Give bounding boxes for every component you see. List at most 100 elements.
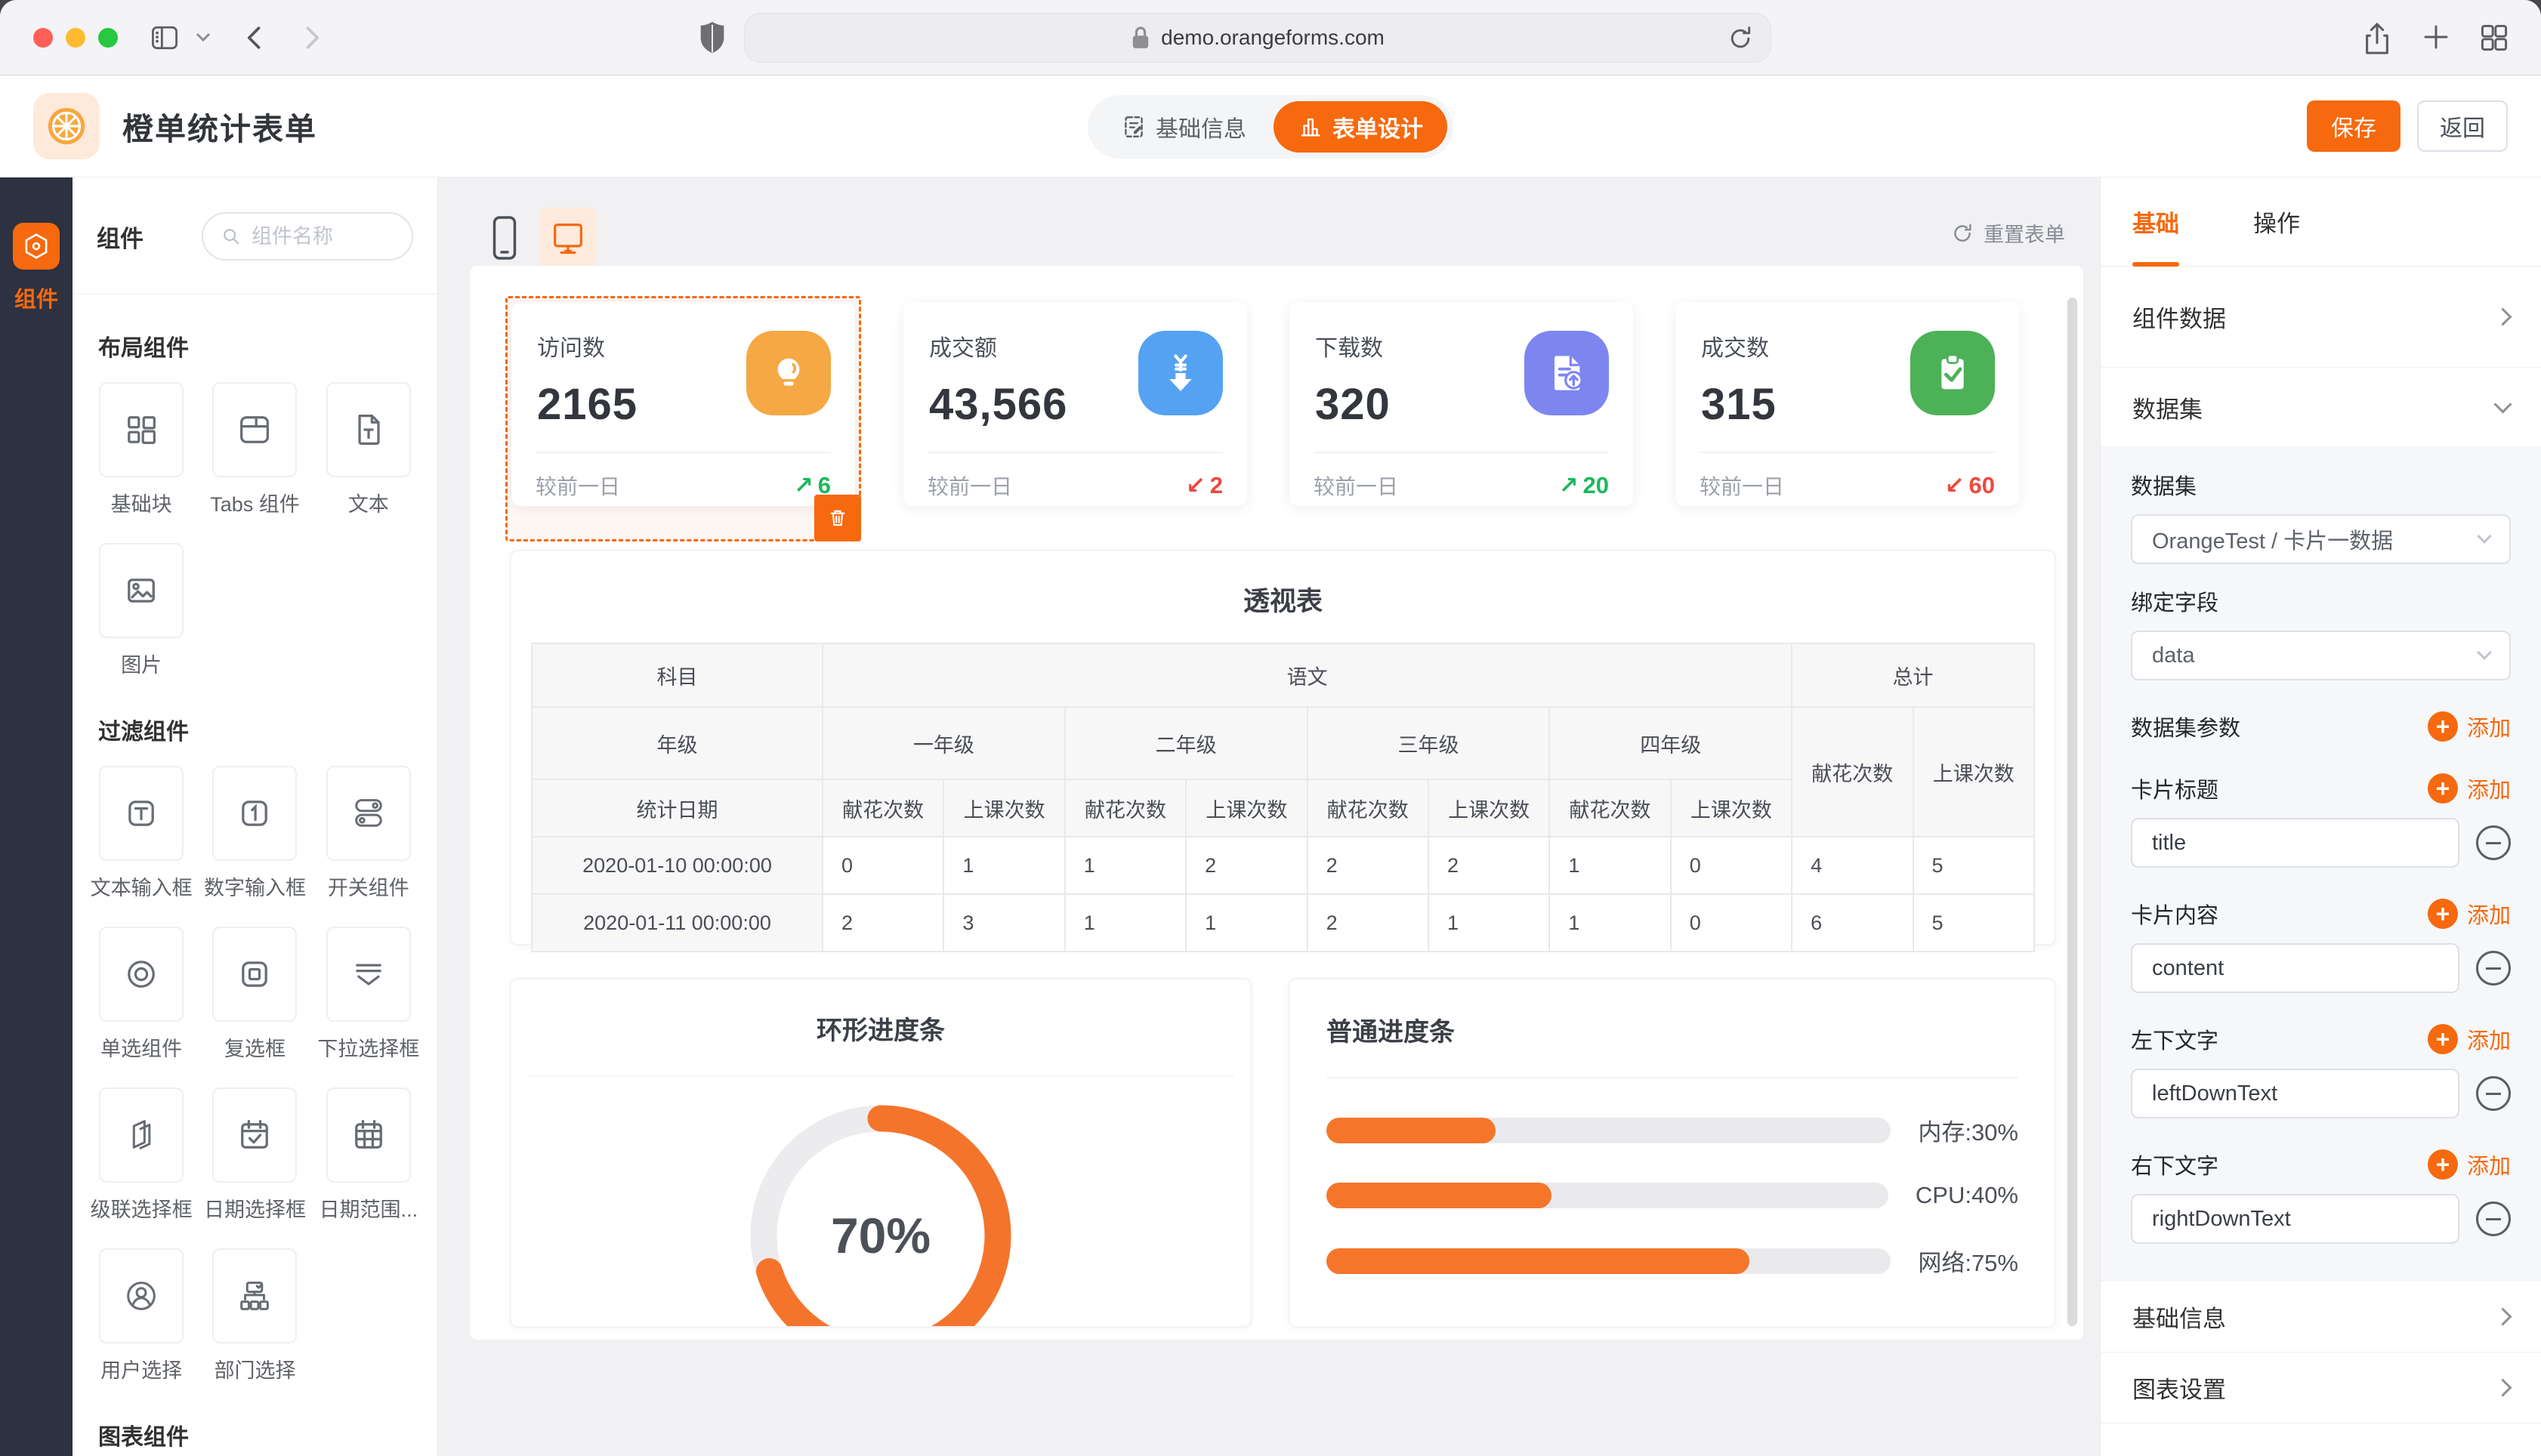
- tab-basic-info[interactable]: 基础信息: [1094, 95, 1274, 159]
- progress-row-memory: 内存:30%: [1326, 1113, 2018, 1147]
- tab-basic[interactable]: 基础: [2132, 177, 2179, 267]
- progress-track: [1326, 1248, 1891, 1274]
- new-tab-icon[interactable]: [2420, 21, 2452, 53]
- add-left-text-button[interactable]: +添加: [2428, 1023, 2511, 1055]
- component-item-checkbox[interactable]: 复选框: [198, 927, 311, 1062]
- remove-card-content-button[interactable]: [2476, 951, 2511, 986]
- remove-left-text-button[interactable]: [2476, 1076, 2511, 1111]
- divider: [528, 1075, 1233, 1077]
- ring-progress-widget[interactable]: 环形进度条 70%: [510, 978, 1252, 1328]
- back-button[interactable]: [239, 21, 272, 54]
- arrow-up-right-icon: ↗: [794, 472, 814, 499]
- row-basic-info[interactable]: 基础信息: [2101, 1280, 2541, 1353]
- row-dataset-header[interactable]: 数据集: [2101, 368, 2541, 446]
- component-item-basic-block[interactable]: 基础块: [85, 382, 198, 517]
- plus-icon: +: [2428, 1149, 2458, 1180]
- section-filter-title: 过滤组件: [98, 713, 437, 746]
- component-item-user-select[interactable]: 用户选择: [85, 1248, 198, 1384]
- pivot-table: 科目 语文 总计 年级 一年级 二年级 三年级 四年级 献花次数 上课次数: [531, 643, 2035, 952]
- share-icon[interactable]: [2361, 21, 2393, 56]
- add-card-content-button[interactable]: +添加: [2428, 898, 2511, 930]
- rail-components-button[interactable]: [13, 223, 60, 270]
- form-sheet: 访问数 2165 较前一日 ↗6: [470, 266, 2083, 1340]
- component-item-date-picker[interactable]: 日期选择框: [198, 1087, 311, 1223]
- user-select-icon: [122, 1276, 161, 1316]
- component-search[interactable]: [202, 212, 413, 261]
- pivot-table-widget[interactable]: 透视表 科目 语文 总计 年级 一年级 二年级: [510, 550, 2056, 945]
- desktop-preview-button[interactable]: [539, 208, 597, 268]
- plus-icon: +: [2428, 773, 2458, 804]
- component-item-text-input[interactable]: 文本输入框: [85, 766, 198, 901]
- component-item-date-range[interactable]: 日期范围...: [312, 1087, 425, 1223]
- search-input[interactable]: [252, 225, 387, 248]
- left-text-row: 左下文字 +添加: [2131, 1023, 2511, 1055]
- remove-right-text-button[interactable]: [2476, 1202, 2511, 1236]
- canvas-scrollbar[interactable]: [2067, 298, 2077, 1326]
- card-content-row: 卡片内容 +添加: [2131, 898, 2511, 930]
- address-bar[interactable]: demo.orangeforms.com: [744, 13, 1771, 63]
- dropdown-icon: [349, 955, 388, 994]
- sidebar-toggle-icon[interactable]: [148, 21, 181, 54]
- card-title-input[interactable]: [2131, 818, 2459, 868]
- switch-icon: [349, 794, 388, 833]
- progress-bars-widget[interactable]: 普通进度条 内存:30% CPU:40% 网络:75%: [1289, 978, 2056, 1328]
- tab-form-design[interactable]: 表单设计: [1274, 101, 1447, 153]
- reset-form-button[interactable]: 重置表单: [1950, 218, 2065, 248]
- pivot-h-chinese: 语文: [823, 643, 1792, 707]
- dept-select-icon: [235, 1276, 274, 1316]
- mobile-preview-button[interactable]: [480, 208, 529, 268]
- save-button[interactable]: 保存: [2307, 100, 2401, 152]
- component-item-switch[interactable]: 开关组件: [312, 766, 425, 901]
- component-item-cascade[interactable]: 级联选择框: [85, 1087, 198, 1223]
- remove-card-title-button[interactable]: [2476, 825, 2511, 860]
- file-upload-icon: [1524, 331, 1609, 415]
- cascade-icon: [122, 1115, 161, 1155]
- back-button-app[interactable]: 返回: [2417, 100, 2508, 152]
- reload-icon[interactable]: [1727, 24, 1754, 53]
- dataset-select[interactable]: OrangeTest / 卡片一数据: [2131, 514, 2511, 564]
- left-text-input[interactable]: [2131, 1069, 2459, 1118]
- row-component-data[interactable]: 组件数据: [2101, 267, 2541, 368]
- progress-fill: [1326, 1248, 1749, 1274]
- component-item-number-input[interactable]: 数字输入框: [198, 766, 311, 901]
- add-right-text-button[interactable]: +添加: [2428, 1149, 2511, 1180]
- card-content-input[interactable]: [2131, 943, 2459, 993]
- add-param-button[interactable]: +添加: [2428, 711, 2511, 742]
- tab-overview-icon[interactable]: [2478, 21, 2511, 54]
- component-item-dept-select[interactable]: 部门选择: [198, 1248, 311, 1384]
- component-item-image[interactable]: 图片: [85, 543, 198, 678]
- dataset-settings: 数据集 OrangeTest / 卡片一数据 绑定字段 data 数据集参数 +…: [2101, 446, 2541, 1280]
- stat-card-visits[interactable]: 访问数 2165 较前一日 ↗6: [511, 302, 855, 506]
- add-card-title-button[interactable]: +添加: [2428, 773, 2511, 804]
- bind-field-select[interactable]: data: [2131, 631, 2511, 680]
- zoom-window-button[interactable]: [98, 28, 118, 48]
- dataset-label: 数据集: [2131, 469, 2511, 501]
- close-window-button[interactable]: [33, 28, 53, 48]
- component-item-tabs[interactable]: Tabs 组件: [198, 382, 311, 517]
- pivot-h-subject: 科目: [532, 643, 823, 707]
- selected-widget-frame[interactable]: 访问数 2165 较前一日 ↗6: [505, 296, 861, 541]
- minimize-window-button[interactable]: [66, 28, 85, 48]
- url-text: demo.orangeforms.com: [1161, 26, 1385, 50]
- progress-row-cpu: CPU:40%: [1326, 1182, 2018, 1209]
- shield-icon[interactable]: [695, 20, 730, 57]
- row-chart-settings[interactable]: 图表设置: [2101, 1353, 2541, 1424]
- component-item-dropdown[interactable]: 下拉选择框: [312, 927, 425, 1062]
- plus-icon: +: [2428, 899, 2458, 929]
- chevron-down-icon: [2493, 395, 2512, 413]
- stat-card-downloads[interactable]: 下载数 320 较前一日 ↗20: [1289, 302, 1633, 506]
- stat-card-deals[interactable]: 成交数 315 较前一日 ↙60: [1675, 302, 2019, 506]
- stat-card-amount[interactable]: 成交额 43,566 较前一日 ↙2: [903, 302, 1247, 506]
- component-item-radio[interactable]: 单选组件: [85, 927, 198, 1062]
- right-text-input[interactable]: [2131, 1194, 2459, 1244]
- lock-icon: [1131, 26, 1150, 50]
- delete-widget-button[interactable]: [814, 495, 861, 541]
- tab-actions[interactable]: 操作: [2253, 177, 2300, 267]
- forward-button[interactable]: [295, 21, 328, 54]
- chevron-down-icon[interactable]: [195, 32, 211, 44]
- plus-icon: +: [2428, 711, 2458, 742]
- component-item-text[interactable]: 文本: [312, 382, 425, 517]
- ring-title: 环形进度条: [511, 1010, 1250, 1047]
- pivot-h-total: 总计: [1792, 643, 2034, 707]
- bind-field-label: 绑定字段: [2131, 585, 2511, 617]
